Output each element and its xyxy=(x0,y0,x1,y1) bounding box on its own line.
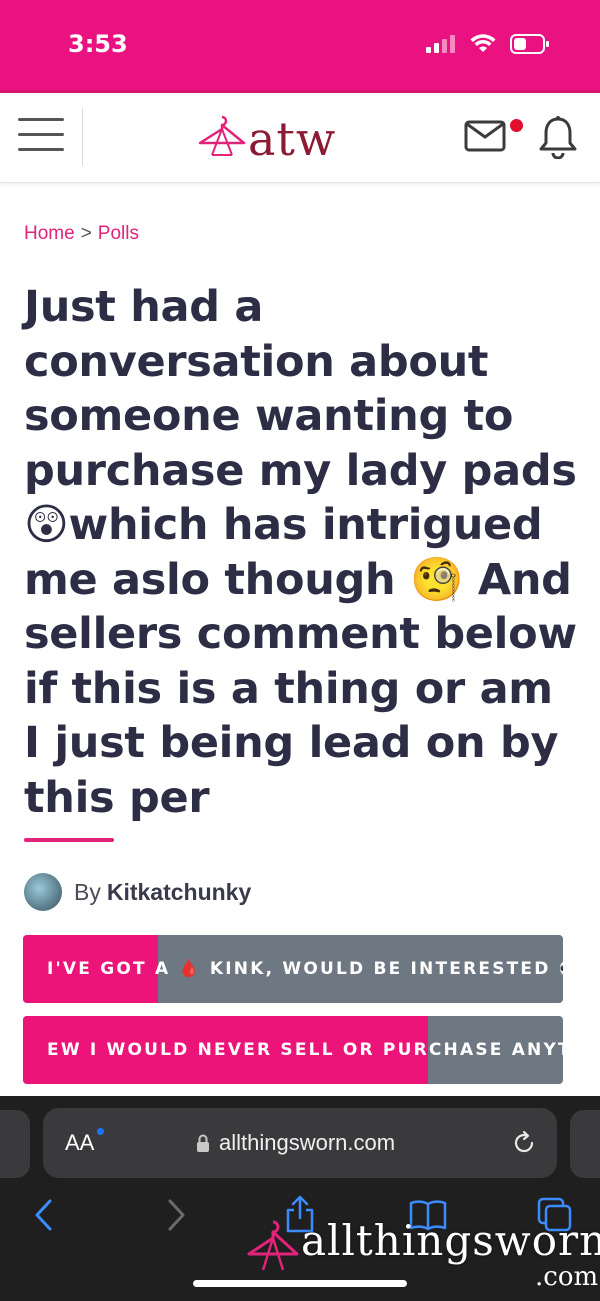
forward-chevron-icon[interactable] xyxy=(164,1198,188,1237)
author-name-link[interactable]: Kitkatchunky xyxy=(107,879,251,906)
site-header: atw xyxy=(0,93,600,183)
logo-text: atw xyxy=(248,111,337,166)
avatar[interactable] xyxy=(24,873,62,911)
home-indicator xyxy=(193,1280,407,1287)
site-watermark: allthingsworn .com xyxy=(245,1216,600,1292)
author-by-label: By xyxy=(74,878,101,905)
back-chevron-icon[interactable] xyxy=(32,1198,56,1237)
page-title: Just had a conversation about someone wa… xyxy=(24,282,577,823)
battery-icon xyxy=(510,34,550,59)
breadcrumb-home-link[interactable]: Home xyxy=(24,223,75,244)
signal-icon xyxy=(426,35,456,58)
breadcrumb: Home > Polls xyxy=(24,223,139,245)
url-text: allthingsworn.com xyxy=(219,1130,396,1155)
wifi-icon xyxy=(470,34,496,59)
title-underline xyxy=(24,838,114,842)
notifications-button[interactable] xyxy=(538,115,578,164)
status-time: 3:53 xyxy=(68,30,128,58)
hanger-icon xyxy=(196,111,248,166)
reload-icon[interactable] xyxy=(511,1130,537,1161)
envelope-icon xyxy=(464,120,508,157)
hamburger-menu-button[interactable] xyxy=(18,118,64,154)
watermark-suffix: .com xyxy=(535,1262,599,1292)
site-logo[interactable]: atw xyxy=(196,111,336,166)
lock-icon xyxy=(195,1133,211,1158)
reader-options-dot xyxy=(97,1128,104,1135)
address-bar[interactable]: AA allthingsworn.com xyxy=(43,1108,557,1178)
next-tab-preview[interactable] xyxy=(570,1110,600,1178)
breadcrumb-separator: > xyxy=(80,223,92,244)
mail-button[interactable] xyxy=(464,119,508,158)
status-bar: 3:53 xyxy=(0,0,600,90)
watermark-text: allthingsworn xyxy=(301,1216,600,1265)
bell-icon xyxy=(538,116,578,163)
breadcrumb-polls-link[interactable]: Polls xyxy=(98,223,139,244)
poll-option-label: I'VE GOT A 🩸 KINK, WOULD BE INTERESTED 👀… xyxy=(47,959,563,979)
author-byline: By Kitkatchunky xyxy=(24,873,251,911)
previous-tab-preview[interactable] xyxy=(0,1110,30,1178)
poll-option[interactable]: I'VE GOT A 🩸 KINK, WOULD BE INTERESTED 👀… xyxy=(23,935,563,1003)
poll-option[interactable]: EW I WOULD NEVER SELL OR PURCHASE ANYTHI xyxy=(23,1016,563,1084)
notification-dot xyxy=(510,119,523,132)
reader-options-button[interactable]: AA xyxy=(65,1130,94,1156)
watermark-hanger-icon xyxy=(245,1218,301,1279)
header-divider xyxy=(82,108,83,166)
poll-option-label: EW I WOULD NEVER SELL OR PURCHASE ANYTHI xyxy=(47,1040,563,1060)
status-icons xyxy=(426,34,550,59)
